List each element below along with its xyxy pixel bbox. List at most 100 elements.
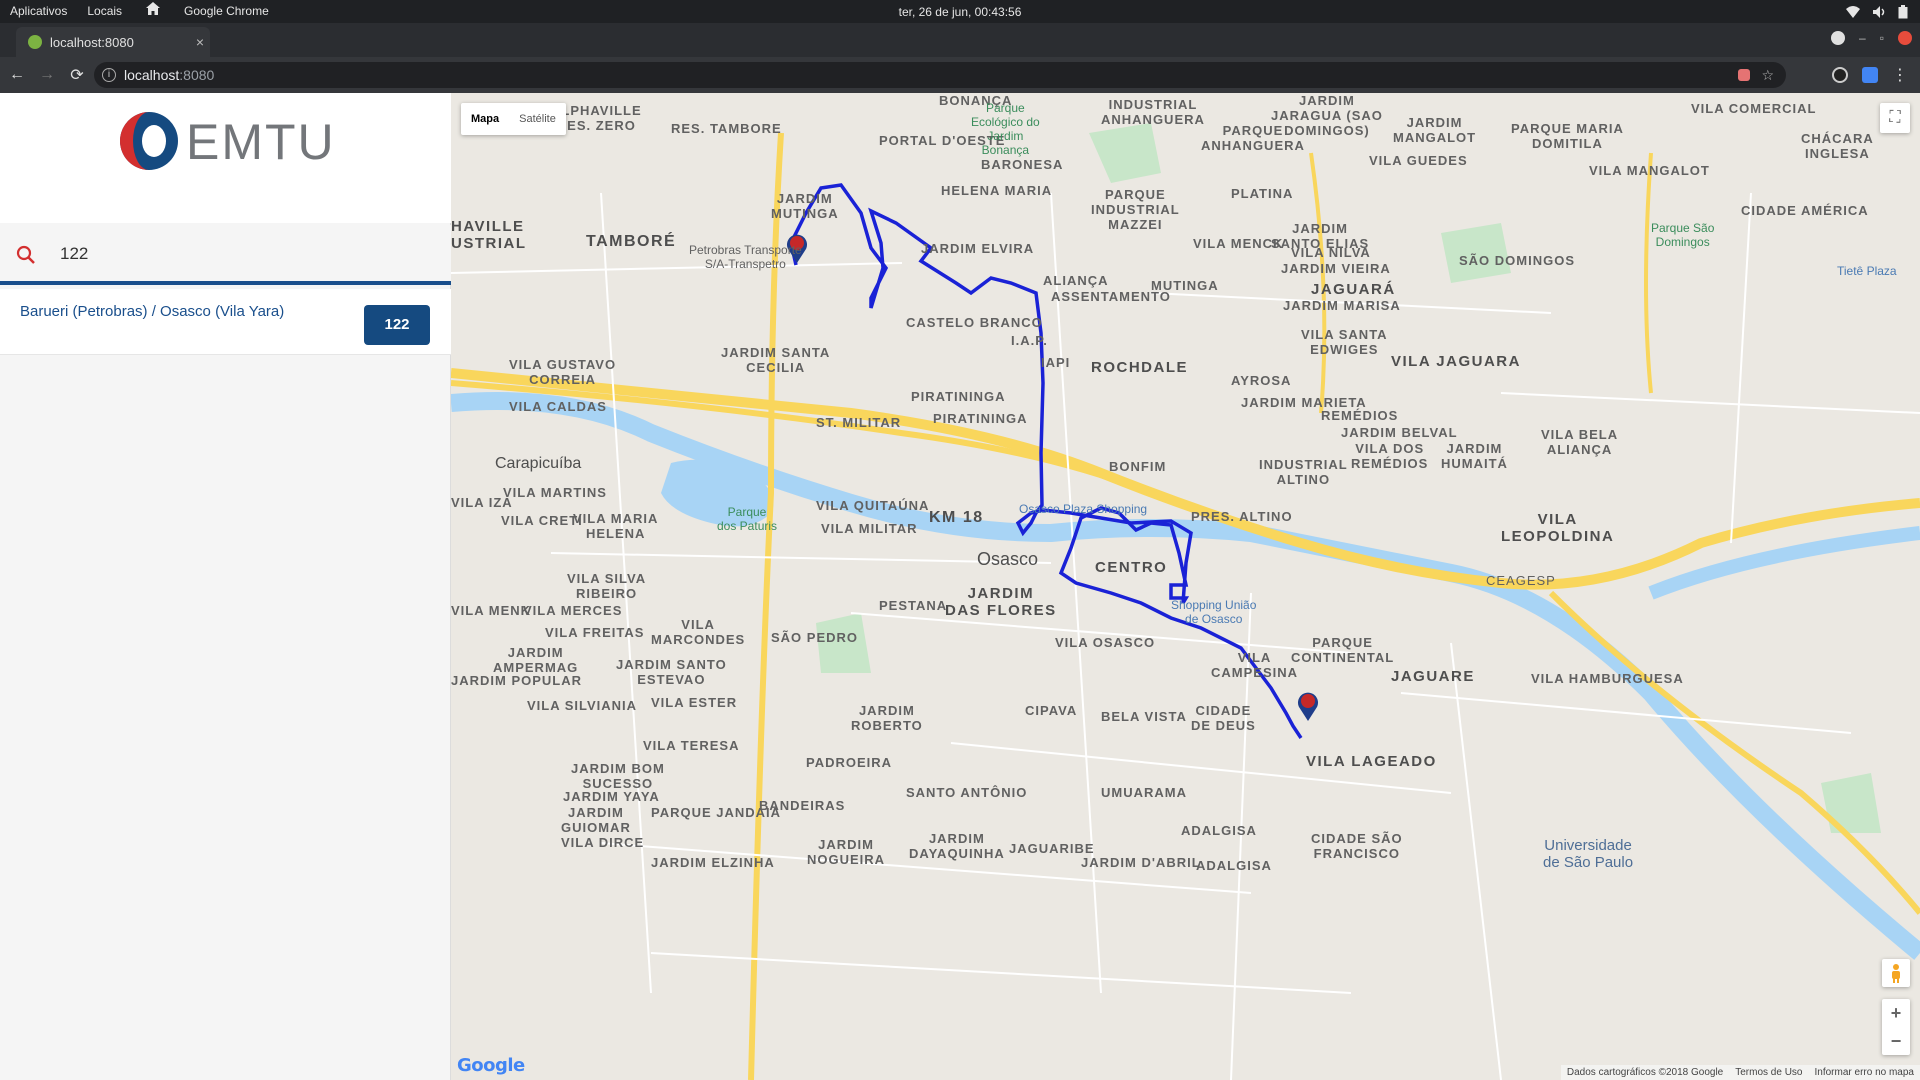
wifi-icon[interactable] — [1846, 5, 1860, 19]
map[interactable]: ALPHAVILLE RES. ZERO RES. TAMBORE TAMBOR… — [451, 93, 1920, 1080]
route-badge[interactable]: 122 — [364, 305, 430, 345]
report-error-link[interactable]: Informar erro no mapa — [1815, 1065, 1915, 1080]
map-label: PADROEIRA — [806, 755, 893, 770]
os-top-bar: Aplicativos Locais Google Chrome ter, 26… — [0, 0, 1920, 23]
map-label: BELA VISTA — [1101, 709, 1187, 724]
map-label: VILA LEOPOLDINA — [1501, 511, 1615, 545]
map-label: VILA SILVA RIBEIRO — [567, 571, 647, 601]
map-label: PLATINA — [1231, 186, 1294, 201]
map-label: PESTANA — [879, 598, 948, 613]
profile-icon[interactable] — [1831, 31, 1846, 45]
browser-tab[interactable]: localhost:8080 × — [16, 27, 210, 57]
address-bar[interactable]: i localhost:8080 ☆ — [94, 62, 1786, 88]
fullscreen-icon[interactable]: ⛶ — [1880, 103, 1910, 133]
logo-text: EMTU — [186, 114, 336, 170]
pegman-icon[interactable] — [1882, 959, 1910, 987]
map-label: JARDIM DAS FLORES — [945, 585, 1057, 619]
map-label: ST. MILITAR — [816, 415, 902, 430]
zoom-control: + − — [1882, 999, 1910, 1055]
map-label: PARQUE JANDAIA — [651, 805, 782, 820]
map-label: VILA HAMBURGUESA — [1531, 671, 1684, 686]
map-label: HAVILLE USTRIAL — [451, 218, 527, 252]
map-label: JARDIM BOM SUCESSO — [571, 761, 665, 791]
menu-places[interactable]: Locais — [77, 0, 132, 23]
result-name[interactable]: Barueri (Petrobras) / Osasco (Vila Yara) — [20, 303, 284, 320]
minimize-button[interactable]: – — [1859, 31, 1866, 45]
zoom-out-button[interactable]: − — [1882, 1027, 1910, 1055]
google-logo[interactable]: Google — [457, 1055, 525, 1076]
camera-blocked-icon[interactable] — [1738, 69, 1750, 81]
map-label: PARQUE MARIA DOMITILA — [1511, 121, 1624, 151]
zoom-in-button[interactable]: + — [1882, 999, 1910, 1027]
volume-icon[interactable] — [1872, 5, 1886, 19]
map-label: JARDIM MANGALOT — [1393, 115, 1477, 145]
clock[interactable]: ter, 26 de jun, 00:43:56 — [899, 5, 1022, 19]
map-label: VILA MILITAR — [821, 521, 918, 536]
restore-button[interactable]: ▫ — [1880, 31, 1884, 45]
map-label: SÃO DOMINGOS — [1459, 253, 1576, 268]
home-icon[interactable] — [132, 0, 174, 23]
map-label: Osasco — [977, 549, 1039, 569]
map-type-map-button[interactable]: Mapa — [461, 103, 509, 135]
map-label: VILA CAMPESINA — [1211, 650, 1299, 680]
extension-icon[interactable] — [1832, 67, 1848, 83]
translate-icon[interactable] — [1862, 67, 1878, 83]
map-label: VILA MARCONDES — [651, 617, 746, 647]
map-label: JARDIM ROBERTO — [851, 703, 923, 733]
map-label: VILA TERESA — [643, 738, 740, 753]
map-label: SANTO ANTÔNIO — [906, 785, 1028, 800]
map-label: Parque Ecológico do Jardim Bonança — [971, 101, 1040, 157]
map-label: JARDIM MUTINGA — [771, 191, 839, 221]
map-label: JAGUARÁ — [1311, 281, 1396, 298]
info-icon[interactable]: i — [102, 68, 116, 82]
menu-applications[interactable]: Aplicativos — [0, 0, 77, 23]
browser-toolbar: ← → ⟳ i localhost:8080 ☆ ⋮ — [0, 57, 1920, 93]
terms-link[interactable]: Termos de Uso — [1735, 1065, 1802, 1080]
map-label: JARDIM ELVIRA — [921, 241, 1035, 256]
map-label: Parque São Domingos — [1651, 221, 1715, 249]
map-label: JARDIM D'ABRIL — [1081, 855, 1201, 870]
forward-button[interactable]: → — [34, 62, 60, 88]
extension-icons: ⋮ — [1832, 65, 1908, 85]
bookmark-star-icon[interactable]: ☆ — [1761, 67, 1774, 84]
map-label: JARDIM YAYA — [563, 789, 660, 804]
map-label: I.A.P. — [1011, 333, 1048, 348]
reload-button[interactable]: ⟳ — [64, 62, 90, 88]
map-label: VILA LAGEADO — [1306, 753, 1437, 770]
active-app-menu[interactable]: Google Chrome — [174, 0, 279, 23]
tab-close-button[interactable]: × — [190, 34, 210, 50]
sidebar: EMTU Barueri (Petrobras) / Osasco (Vila … — [0, 93, 451, 1080]
battery-icon[interactable] — [1898, 4, 1912, 19]
map-label: VILA GUSTAVO CORREIA — [509, 357, 617, 387]
map-label: INDUSTRIAL ANHANGUERA — [1101, 97, 1205, 127]
map-label: PIRATININGA — [911, 389, 1006, 404]
map-type-satellite-button[interactable]: Satélite — [509, 103, 566, 135]
map-label: JARDIM DAYAQUINHA — [909, 831, 1005, 861]
map-label: Shopping União de Osasco — [1171, 598, 1257, 626]
menu-icon[interactable]: ⋮ — [1892, 65, 1908, 85]
back-button[interactable]: ← — [4, 62, 30, 88]
map-label: VILA MANGALOT — [1589, 163, 1710, 178]
tab-strip: localhost:8080 × – ▫ — [0, 23, 1920, 57]
map-label: VILA OSASCO — [1055, 635, 1156, 650]
map-label: ROCHDALE — [1091, 359, 1188, 376]
map-label: JARDIM GUIOMAR — [561, 805, 631, 835]
search-input[interactable] — [60, 239, 430, 269]
map-label: CHÁCARA INGLESA — [1801, 131, 1874, 161]
map-label: VILA CRETI — [501, 513, 583, 528]
url-port: :8080 — [179, 67, 215, 83]
close-window-button[interactable] — [1898, 31, 1912, 45]
map-label: REMÉDIOS — [1321, 408, 1399, 423]
map-label: VILA ESTER — [651, 695, 738, 710]
map-label: Carapicuíba — [495, 455, 582, 472]
map-label: Universidade de São Paulo — [1543, 837, 1634, 871]
map-label: VILA QUITAÚNA — [816, 498, 930, 513]
map-label: CIDADE SÃO FRANCISCO — [1311, 831, 1403, 861]
leaf-icon — [28, 35, 42, 49]
map-label: INDUSTRIAL ALTINO — [1259, 457, 1348, 487]
tab-title: localhost:8080 — [50, 34, 134, 50]
search-icon[interactable] — [16, 245, 36, 265]
map-label: VILA DOS REMÉDIOS — [1351, 441, 1429, 471]
result-row[interactable]: Barueri (Petrobras) / Osasco (Vila Yara)… — [0, 289, 451, 355]
route-end-marker-icon[interactable] — [1297, 691, 1319, 721]
